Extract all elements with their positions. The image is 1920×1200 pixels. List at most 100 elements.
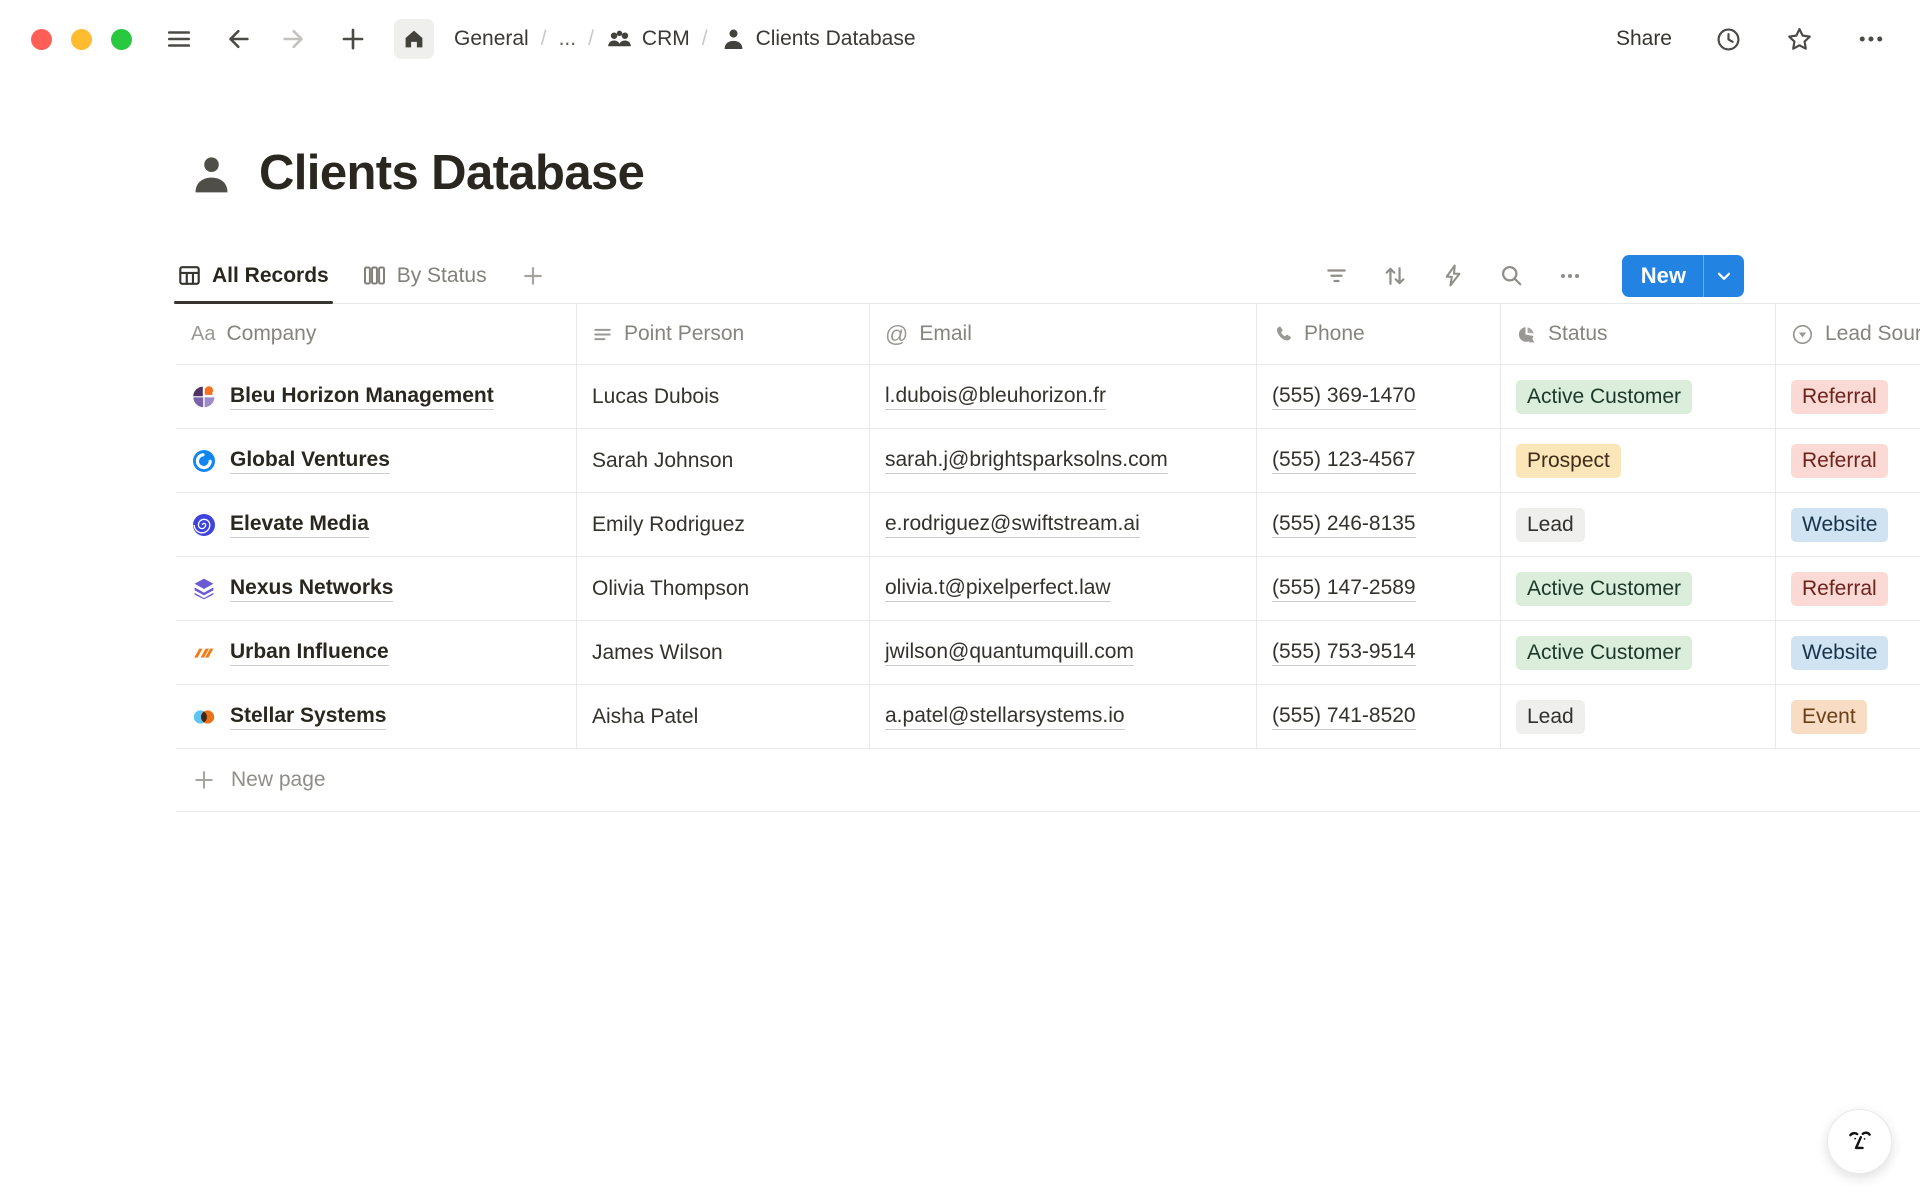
lead-source-cell[interactable]: Referral	[1776, 557, 1920, 620]
column-header-point-person[interactable]: Point Person	[577, 304, 870, 364]
email-cell[interactable]: e.rodriguez@swiftstream.ai	[870, 493, 1257, 556]
table-row[interactable]: Global Ventures Sarah Johnson sarah.j@brig…	[176, 429, 1920, 493]
company-cell[interactable]: Stellar Systems	[176, 685, 577, 748]
share-button[interactable]: Share	[1616, 27, 1672, 51]
point-person-cell[interactable]: Aisha Patel	[577, 685, 870, 748]
add-view-plus-icon[interactable]	[521, 264, 545, 288]
home-icon[interactable]	[394, 19, 434, 59]
lead-source-badge: Referral	[1791, 380, 1888, 414]
notion-ai-button[interactable]	[1827, 1109, 1892, 1174]
phone-value[interactable]: (555) 123-4567	[1272, 448, 1416, 474]
table-view-icon	[178, 264, 201, 287]
page-title[interactable]: Clients Database	[259, 148, 644, 199]
column-header-lead-source[interactable]: Lead Source	[1776, 304, 1920, 364]
lead-source-cell[interactable]: Website	[1776, 493, 1920, 556]
phone-value[interactable]: (555) 147-2589	[1272, 576, 1416, 602]
lead-source-cell[interactable]: Referral	[1776, 365, 1920, 428]
email-cell[interactable]: jwilson@quantumquill.com	[870, 621, 1257, 684]
phone-value[interactable]: (555) 741-8520	[1272, 704, 1416, 730]
tab-by-status[interactable]: By Status	[361, 248, 489, 303]
sidebar-menu-icon[interactable]	[162, 22, 196, 56]
point-person-cell[interactable]: Lucas Dubois	[577, 365, 870, 428]
zoom-window-button[interactable]	[111, 29, 132, 50]
minimize-window-button[interactable]	[71, 29, 92, 50]
company-name[interactable]: Urban Influence	[230, 640, 389, 666]
phone-cell[interactable]: (555) 369-1470	[1257, 365, 1501, 428]
new-page-row[interactable]: New page	[176, 749, 1920, 812]
point-person-cell[interactable]: Olivia Thompson	[577, 557, 870, 620]
lead-source-cell[interactable]: Website	[1776, 621, 1920, 684]
table-row[interactable]: Elevate Media Emily Rodriguez e.rodriguez@…	[176, 493, 1920, 557]
forward-arrow-icon[interactable]	[278, 22, 312, 56]
phone-cell[interactable]: (555) 741-8520	[1257, 685, 1501, 748]
phone-cell[interactable]: (555) 753-9514	[1257, 621, 1501, 684]
company-cell[interactable]: Global Ventures	[176, 429, 577, 492]
company-cell[interactable]: Urban Influence	[176, 621, 577, 684]
window-top-bar: General / ... / CRM / Clients Database S…	[0, 0, 1920, 78]
phone-value[interactable]: (555) 246-8135	[1272, 512, 1416, 538]
phone-value[interactable]: (555) 369-1470	[1272, 384, 1416, 410]
status-cell[interactable]: Active Customer	[1501, 621, 1776, 684]
lightning-icon[interactable]	[1441, 263, 1466, 288]
lead-source-cell[interactable]: Event	[1776, 685, 1920, 748]
table-row[interactable]: Bleu Horizon Management Lucas Dubois l.dub…	[176, 365, 1920, 429]
company-cell[interactable]: Bleu Horizon Management	[176, 365, 577, 428]
breadcrumb-current[interactable]: Clients Database	[720, 26, 916, 53]
tab-all-records[interactable]: All Records	[176, 248, 331, 303]
clock-history-icon[interactable]	[1714, 25, 1743, 54]
point-person-cell[interactable]: Sarah Johnson	[577, 429, 870, 492]
phone-cell[interactable]: (555) 123-4567	[1257, 429, 1501, 492]
email-cell[interactable]: a.patel@stellarsystems.io	[870, 685, 1257, 748]
company-name[interactable]: Stellar Systems	[230, 704, 386, 730]
email-cell[interactable]: olivia.t@pixelperfect.law	[870, 557, 1257, 620]
table-row[interactable]: Nexus Networks Olivia Thompson olivia.t@pi…	[176, 557, 1920, 621]
back-arrow-icon[interactable]	[220, 22, 254, 56]
company-name[interactable]: Global Ventures	[230, 448, 390, 474]
company-name[interactable]: Bleu Horizon Management	[230, 384, 494, 410]
email-cell[interactable]: sarah.j@brightsparksolns.com	[870, 429, 1257, 492]
email-value[interactable]: jwilson@quantumquill.com	[885, 640, 1134, 666]
column-header-company[interactable]: Aa Company	[176, 304, 577, 364]
company-name[interactable]: Nexus Networks	[230, 576, 393, 602]
new-button[interactable]: New	[1622, 255, 1703, 297]
email-value[interactable]: e.rodriguez@swiftstream.ai	[885, 512, 1140, 538]
more-ellipsis-icon[interactable]	[1856, 24, 1886, 54]
page-icon-person[interactable]	[188, 152, 235, 199]
company-name[interactable]: Elevate Media	[230, 512, 369, 538]
status-cell[interactable]: Active Customer	[1501, 365, 1776, 428]
column-header-phone[interactable]: Phone	[1257, 304, 1501, 364]
close-window-button[interactable]	[31, 29, 52, 50]
ai-face-icon	[1843, 1125, 1877, 1159]
phone-value[interactable]: (555) 753-9514	[1272, 640, 1416, 666]
search-icon[interactable]	[1499, 263, 1524, 288]
company-cell[interactable]: Elevate Media	[176, 493, 577, 556]
status-cell[interactable]: Active Customer	[1501, 557, 1776, 620]
email-value[interactable]: l.dubois@bleuhorizon.fr	[885, 384, 1106, 410]
table-row[interactable]: Stellar Systems Aisha Patel a.patel@stella…	[176, 685, 1920, 749]
point-person-cell[interactable]: Emily Rodriguez	[577, 493, 870, 556]
more-ellipsis-icon[interactable]	[1557, 263, 1583, 289]
point-person-cell[interactable]: James Wilson	[577, 621, 870, 684]
status-cell[interactable]: Prospect	[1501, 429, 1776, 492]
breadcrumb-parent[interactable]: CRM	[606, 26, 690, 53]
filter-icon[interactable]	[1324, 263, 1349, 288]
new-button-caret[interactable]	[1703, 255, 1744, 297]
email-value[interactable]: sarah.j@brightsparksolns.com	[885, 448, 1168, 474]
breadcrumb-collapsed[interactable]: ...	[559, 27, 577, 51]
star-icon[interactable]	[1785, 25, 1814, 54]
new-tab-plus-icon[interactable]	[336, 22, 370, 56]
breadcrumb-root[interactable]: General	[454, 27, 529, 51]
status-cell[interactable]: Lead	[1501, 685, 1776, 748]
email-value[interactable]: olivia.t@pixelperfect.law	[885, 576, 1111, 602]
sort-icon[interactable]	[1382, 263, 1408, 289]
status-cell[interactable]: Lead	[1501, 493, 1776, 556]
email-cell[interactable]: l.dubois@bleuhorizon.fr	[870, 365, 1257, 428]
column-header-email[interactable]: @ Email	[870, 304, 1257, 364]
email-value[interactable]: a.patel@stellarsystems.io	[885, 704, 1125, 730]
company-cell[interactable]: Nexus Networks	[176, 557, 577, 620]
phone-cell[interactable]: (555) 246-8135	[1257, 493, 1501, 556]
lead-source-cell[interactable]: Referral	[1776, 429, 1920, 492]
table-row[interactable]: Urban Influence James Wilson jwilson@quant…	[176, 621, 1920, 685]
phone-cell[interactable]: (555) 147-2589	[1257, 557, 1501, 620]
column-header-status[interactable]: Status	[1501, 304, 1776, 364]
